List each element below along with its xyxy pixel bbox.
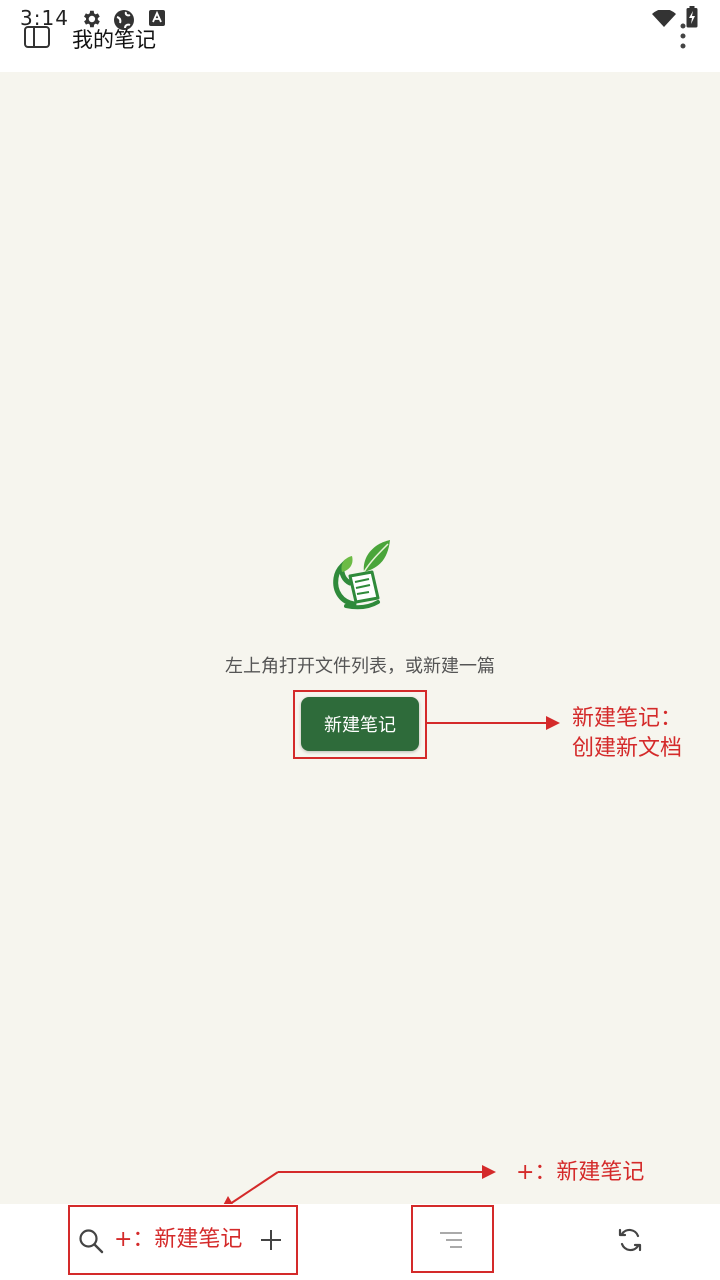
top-bar: 3:14 我的笔记 (0, 0, 720, 72)
wifi-icon (652, 10, 676, 27)
empty-state-hint: 左上角打开文件列表，或新建一篇 (225, 656, 495, 677)
sidebar-toggle-icon[interactable] (24, 26, 50, 48)
page-title: 我的笔记 (72, 28, 156, 52)
new-note-button[interactable]: 新建笔记 (301, 697, 419, 751)
app-logo-icon (333, 540, 390, 610)
empty-state-area (0, 72, 720, 1204)
more-vert-icon[interactable] (676, 22, 690, 50)
outline-icon[interactable] (438, 1230, 464, 1250)
annotation-plus-top: +：新建笔记 (516, 1160, 645, 1185)
annotation-new-note-line2: 创建新文档 (572, 736, 683, 761)
bottom-toolbar (0, 1204, 720, 1280)
annotation-new-note-line1: 新建笔记： (572, 706, 683, 731)
add-icon[interactable] (260, 1229, 282, 1251)
sync-icon[interactable] (616, 1226, 644, 1254)
annotation-plus-bottom: +：新建笔记 (114, 1227, 243, 1252)
search-icon[interactable] (78, 1228, 104, 1254)
